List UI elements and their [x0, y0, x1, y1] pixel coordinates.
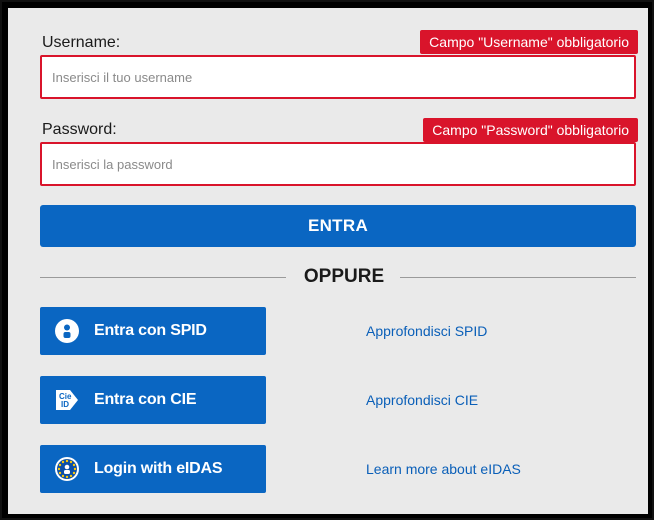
svg-text:ID: ID [61, 400, 69, 409]
cie-id-icon: Cie ID [40, 386, 94, 414]
cie-login-button[interactable]: Cie ID Entra con CIE [40, 376, 266, 424]
oppure-divider: OPPURE [40, 264, 636, 290]
spid-login-button[interactable]: Entra con SPID [40, 307, 266, 355]
window-frame: Username: Campo "Username" obbligatorio … [0, 0, 654, 520]
password-input[interactable] [40, 142, 636, 186]
eidas-login-button[interactable]: Login with eIDAS [40, 445, 266, 493]
username-input[interactable] [40, 55, 636, 99]
entra-button[interactable]: ENTRA [40, 205, 636, 247]
divider-line-right [400, 277, 636, 278]
cie-login-label: Entra con CIE [94, 391, 197, 408]
learn-more-spid-link[interactable]: Approfondisci SPID [366, 323, 487, 339]
spid-login-label: Entra con SPID [94, 322, 207, 339]
password-error-badge: Campo "Password" obbligatorio [423, 118, 638, 142]
eidas-stars-icon [40, 456, 94, 482]
username-error-badge: Campo "Username" obbligatorio [420, 30, 638, 54]
learn-more-eidas-link[interactable]: Learn more about eIDAS [366, 461, 521, 477]
password-label: Password: [42, 121, 117, 138]
username-label: Username: [42, 34, 121, 51]
spid-user-icon [40, 318, 94, 344]
learn-more-cie-link[interactable]: Approfondisci CIE [366, 392, 478, 408]
eidas-login-label: Login with eIDAS [94, 460, 223, 477]
login-panel: Username: Campo "Username" obbligatorio … [8, 8, 648, 514]
divider-line-left [40, 277, 286, 278]
divider-text: OPPURE [303, 266, 385, 287]
